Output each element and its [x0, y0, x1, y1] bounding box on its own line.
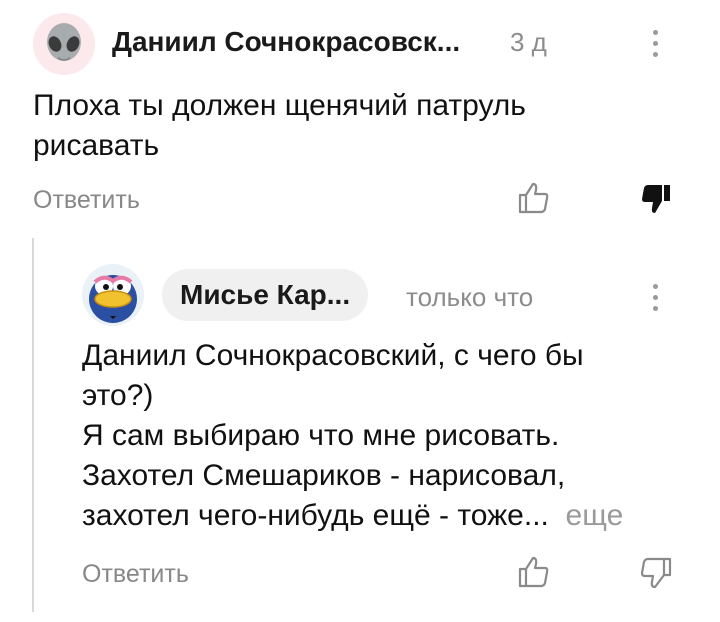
- reply-timestamp: только что: [406, 282, 534, 312]
- reply-text: Даниил Сочнокрасовский, с чего бы это?) …: [82, 336, 682, 536]
- reply-text-line: захотел чего-нибудь ещё - тоже... еще: [82, 496, 682, 536]
- thread-line: [32, 238, 34, 612]
- reply-text-line: Я сам выбираю что мне рисовать.: [82, 419, 560, 452]
- reply-button[interactable]: Ответить: [82, 560, 189, 589]
- comment-text-line: рисавать: [33, 129, 160, 162]
- alien-avatar-icon: [47, 23, 81, 61]
- reply-text-line: Захотел Смешариков - нарисовал,: [82, 459, 566, 492]
- reply-text-line: это?): [82, 379, 154, 412]
- reply-button[interactable]: Ответить: [33, 186, 140, 215]
- comment-author-name[interactable]: Даниил Сочнокрасовск...: [112, 26, 460, 58]
- reply-text-line-end: захотел чего-нибудь ещё - тоже...: [82, 499, 549, 532]
- comment-text-line: Плоха ты должен щенячий патруль: [33, 89, 526, 122]
- thumbs-up-icon[interactable]: [515, 554, 551, 590]
- bird-avatar-icon: [89, 275, 137, 323]
- reply-author-name: Мисье Кар...: [180, 279, 351, 310]
- comment-text: Плоха ты должен щенячий патруль рисавать: [33, 86, 673, 166]
- thumbs-down-icon[interactable]: [638, 555, 674, 591]
- reply-text-line: Даниил Сочнокрасовский, с чего бы: [82, 339, 584, 372]
- show-more-link[interactable]: еще: [566, 499, 624, 532]
- author-avatar[interactable]: [33, 13, 95, 75]
- kebab-menu-icon[interactable]: [652, 30, 658, 57]
- thumbs-down-icon[interactable]: [638, 181, 674, 217]
- reply-author-pill[interactable]: Мисье Кар...: [162, 269, 369, 321]
- reply-author-avatar[interactable]: [82, 264, 144, 326]
- comment-timestamp: 3 д: [510, 27, 547, 57]
- kebab-menu-icon[interactable]: [652, 284, 658, 311]
- thumbs-up-icon[interactable]: [515, 180, 551, 216]
